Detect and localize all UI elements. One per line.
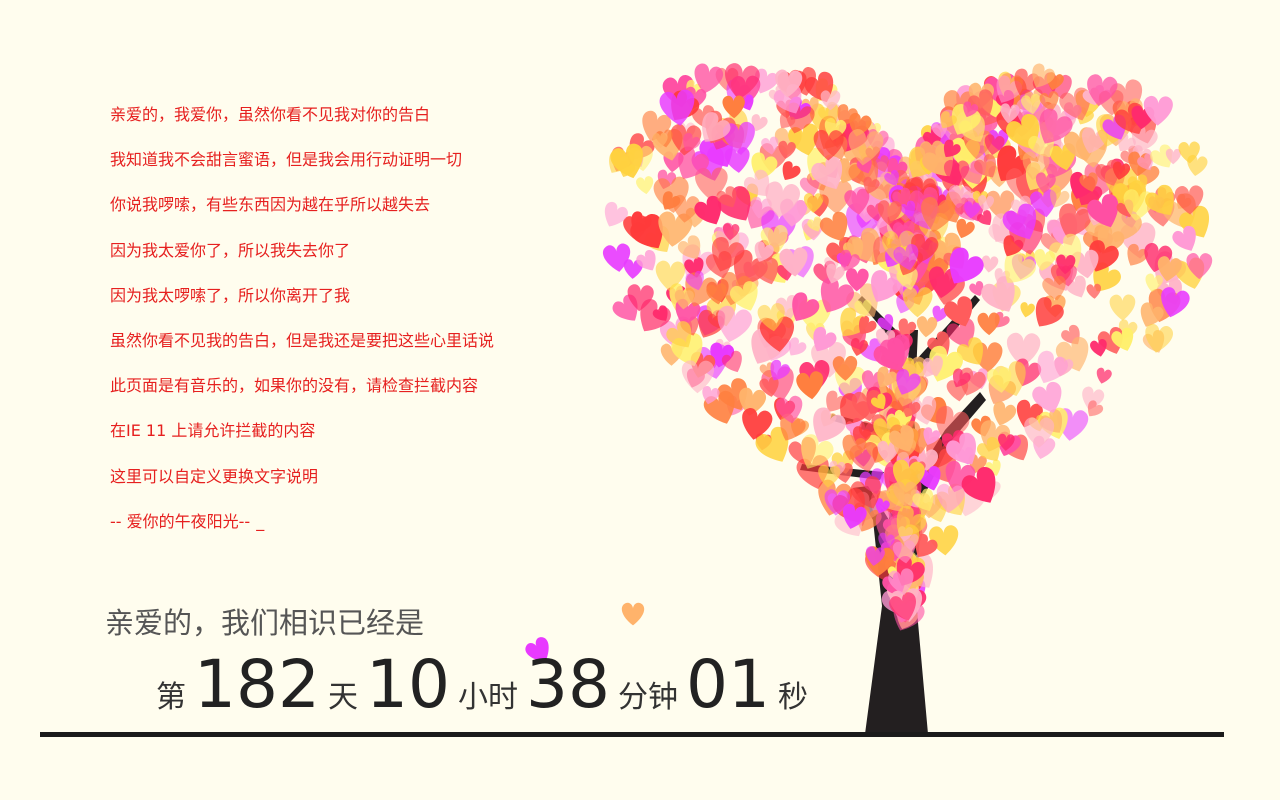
canopy-heart bbox=[1018, 301, 1036, 319]
counter-title: 亲爱的，我们相识已经是 bbox=[105, 606, 425, 640]
canopy-heart bbox=[915, 315, 938, 339]
elapsed-time-counter: 第 182 天 10 小时 38 分钟 01 秒 bbox=[156, 646, 808, 724]
counter-hours-unit: 小时 bbox=[457, 680, 518, 715]
canopy-heart bbox=[1142, 322, 1175, 356]
canopy-heart bbox=[1086, 283, 1102, 300]
ground-line bbox=[40, 732, 1224, 737]
counter-seconds-unit: 秒 bbox=[777, 680, 808, 715]
counter-seconds: 01 bbox=[685, 646, 770, 723]
canopy-heart bbox=[977, 312, 1001, 336]
canopy-heart bbox=[1109, 294, 1136, 321]
falling-heart bbox=[621, 602, 645, 626]
counter-prefix: 第 bbox=[156, 680, 186, 715]
counter-days: 182 bbox=[194, 646, 320, 723]
heart-canopy bbox=[598, 61, 1218, 637]
counter-hours: 10 bbox=[365, 646, 450, 723]
canopy-heart bbox=[795, 370, 826, 401]
canopy-heart bbox=[1094, 366, 1113, 386]
counter-minutes-unit: 分钟 bbox=[617, 680, 678, 715]
counter-minutes: 38 bbox=[525, 646, 610, 723]
canopy-heart bbox=[635, 175, 655, 196]
counter-days-unit: 天 bbox=[327, 680, 358, 715]
love-page: 亲爱的，我爱你，虽然你看不见我对你的告白 我知道我不会甜言蜜语，但是我会用行动证… bbox=[0, 0, 1280, 800]
